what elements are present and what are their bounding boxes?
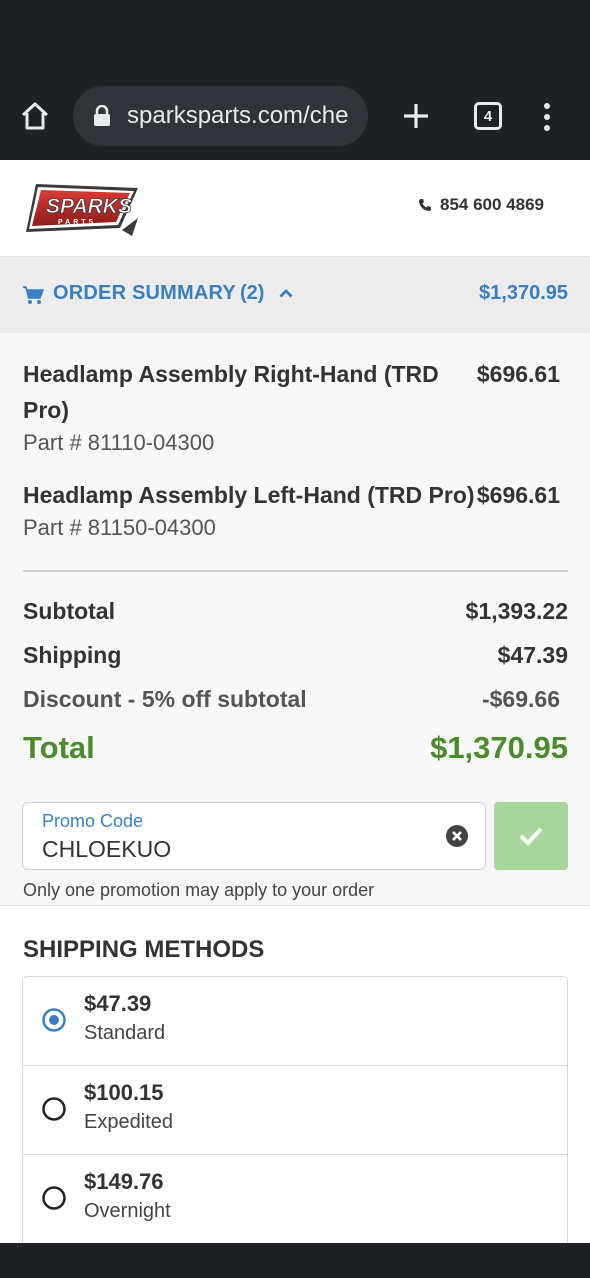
- option-price: $149.76: [84, 1169, 164, 1194]
- svg-text:SPARKS: SPARKS: [46, 195, 132, 218]
- shipping-option-overnight[interactable]: $149.76 Overnight: [23, 1155, 567, 1244]
- total-label: Total: [23, 730, 95, 765]
- radio-selected-icon[interactable]: [42, 1008, 66, 1032]
- shipping-option-expedited[interactable]: $100.15 Expedited: [23, 1066, 567, 1155]
- url-text: sparksparts.com/che: [127, 102, 349, 129]
- item-name: Headlamp Assembly Right-Hand (TRD Pro): [23, 361, 439, 423]
- item-part-number: Part # 81150-04300: [23, 515, 216, 540]
- item-price: $696.61: [476, 361, 560, 387]
- summary-total: $1,370.95: [479, 282, 568, 304]
- tab-switcher-button[interactable]: 4: [474, 102, 502, 130]
- radio-unselected-icon[interactable]: [42, 1097, 66, 1121]
- clear-icon[interactable]: [445, 824, 469, 848]
- shipping-label: Shipping: [23, 642, 122, 668]
- option-price: $47.39: [84, 991, 152, 1016]
- option-name: Expedited: [84, 1111, 173, 1133]
- order-summary-label: ORDER SUMMARY: [53, 282, 236, 304]
- promo-code-label: Promo Code: [42, 811, 144, 831]
- subtotal-value: $1,393.22: [465, 598, 568, 624]
- shipping-option-standard[interactable]: $47.39 Standard: [23, 977, 567, 1066]
- cart-icon: [23, 286, 44, 304]
- phone-icon: [419, 199, 431, 211]
- promo-code-input[interactable]: CHLOEKUO: [42, 836, 171, 863]
- sparks-parts-logo[interactable]: SPARKS PARTS: [22, 178, 140, 240]
- system-navigation-bar: [0, 1243, 590, 1278]
- item-price: $696.61: [476, 482, 560, 508]
- order-summary-toggle[interactable]: ORDER SUMMARY (2) $1,370.95: [0, 257, 590, 333]
- shipping-options-list: $47.39 Standard $100.15 Expedited $149.7…: [22, 976, 568, 1244]
- browser-toolbar: sparksparts.com/che 4: [0, 78, 590, 160]
- lock-icon: [94, 105, 110, 126]
- svg-text:PARTS: PARTS: [58, 219, 96, 226]
- radio-unselected-icon[interactable]: [42, 1186, 66, 1210]
- tab-count: 4: [483, 107, 493, 125]
- chevron-up-icon: [279, 289, 293, 298]
- option-price: $100.15: [84, 1080, 164, 1105]
- option-name: Standard: [84, 1022, 166, 1044]
- phone-link[interactable]: 854 600 4869: [418, 195, 544, 215]
- new-tab-icon[interactable]: [400, 100, 432, 132]
- option-name: Overnight: [84, 1200, 171, 1222]
- item-part-number: Part # 81110-04300: [23, 430, 215, 455]
- discount-value: -$69.66: [481, 686, 560, 712]
- checkmark-icon: [519, 827, 543, 846]
- home-icon[interactable]: [20, 101, 50, 131]
- discount-label: Discount - 5% off subtotal: [23, 686, 307, 712]
- item-count: (2): [240, 282, 265, 304]
- promo-code-field[interactable]: Promo Code CHLOEKUO: [22, 802, 486, 870]
- shipping-methods-title: SHIPPING METHODS: [23, 936, 265, 963]
- total-value: $1,370.95: [430, 730, 568, 765]
- address-bar[interactable]: sparksparts.com/che: [73, 86, 368, 146]
- shipping-methods-section: SHIPPING METHODS $47.39 Standard $100.15…: [0, 905, 590, 1244]
- promo-note: Only one promotion may apply to your ord…: [23, 880, 375, 900]
- divider: [23, 570, 568, 572]
- site-header: SPARKS PARTS 854 600 4869: [0, 160, 590, 257]
- phone-number: 854 600 4869: [440, 195, 544, 214]
- item-name: Headlamp Assembly Left-Hand (TRD Pro): [23, 482, 475, 508]
- shipping-value: $47.39: [497, 642, 568, 668]
- status-bar: [0, 0, 590, 78]
- subtotal-label: Subtotal: [23, 598, 115, 624]
- more-menu-icon[interactable]: [539, 101, 555, 133]
- apply-promo-button[interactable]: [494, 802, 568, 870]
